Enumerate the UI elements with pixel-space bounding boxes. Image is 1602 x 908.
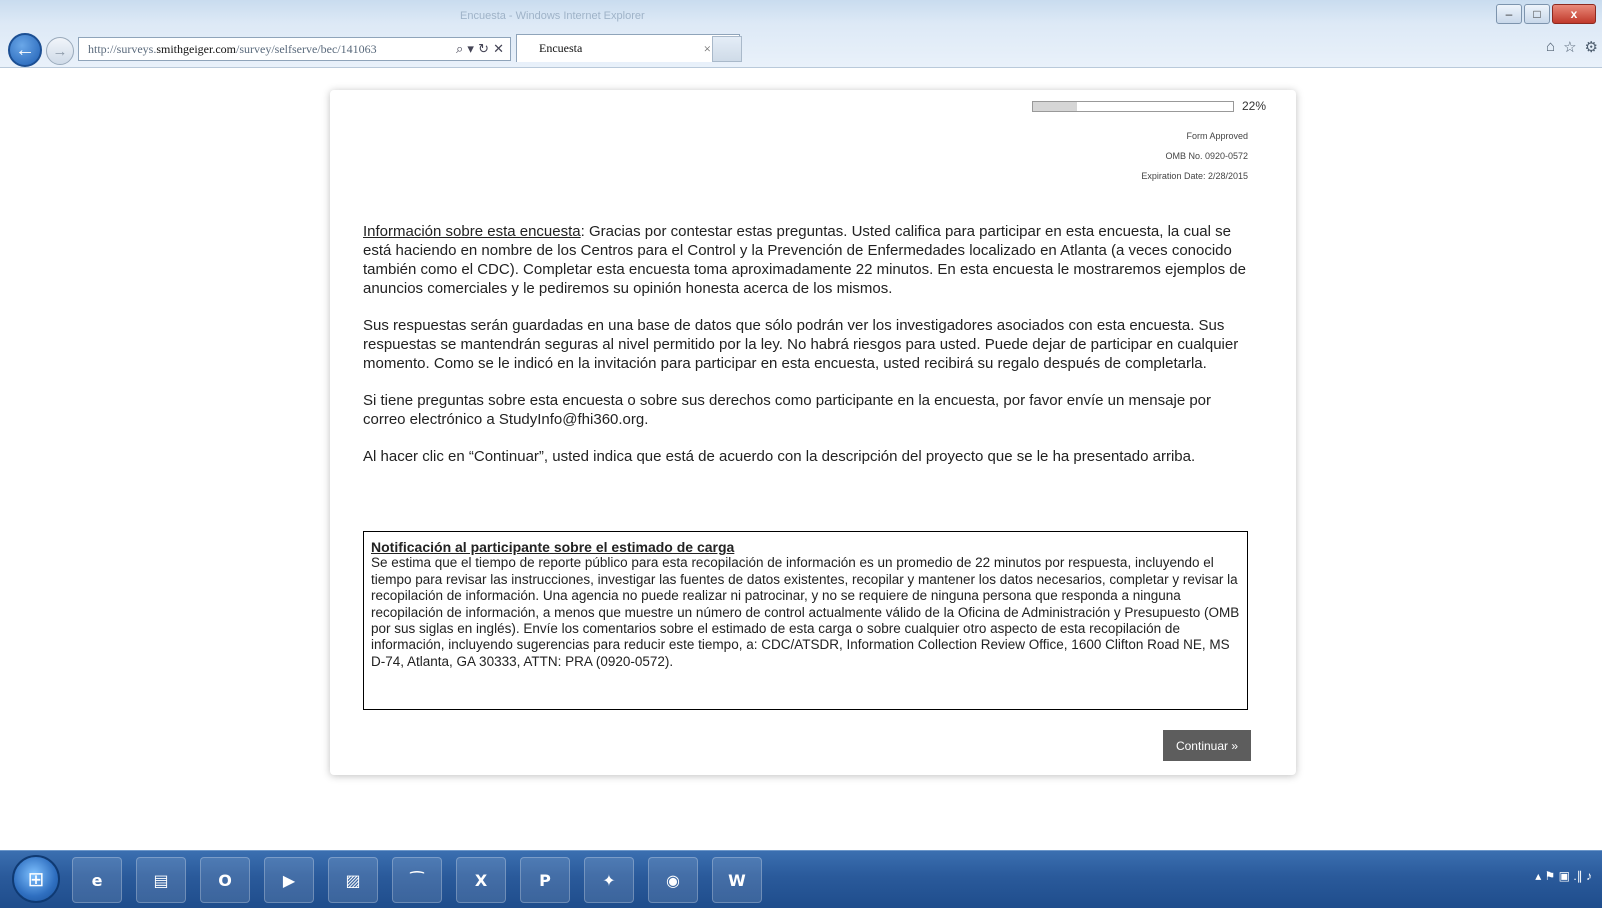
start-button[interactable]: ⊞ [12,855,60,903]
internet-explorer-taskbar-icon[interactable]: e [72,857,122,903]
tab-encuesta[interactable]: Encuesta × [516,34,740,62]
system-tray-icons[interactable]: ▴ ⚑ ▣ .∥ ♪ [1535,869,1592,883]
progress-fill [1033,102,1077,111]
survey-intro: Información sobre esta encuesta: Gracias… [363,222,1248,484]
excel-taskbar-icon[interactable]: X [456,857,506,903]
tab-close-icon[interactable]: × [704,41,711,57]
form-metadata: Form Approved OMB No. 0920-0572 Expirati… [1141,126,1248,186]
continue-button[interactable]: Continuar » [1163,730,1251,761]
page-area: 22% Form Approved OMB No. 0920-0572 Expi… [0,68,1602,850]
privacy-paragraph: Sus respuestas serán guardadas en una ba… [363,317,1239,372]
favorites-icon[interactable]: ☆ [1563,38,1576,56]
word-taskbar-icon[interactable]: W [712,857,762,903]
media-player-taskbar-icon[interactable]: ▶ [264,857,314,903]
window-title: Encuesta - Windows Internet Explorer [460,10,645,22]
settings-gear-icon[interactable]: ⚙ [1585,38,1598,56]
close-window-button[interactable]: x [1552,4,1596,24]
tab-label: Encuesta [539,41,583,55]
back-button[interactable]: ← [8,33,42,67]
notice-text: Se estima que el tiempo de reporte públi… [371,555,1240,669]
intro-paragraph: Información sobre esta encuesta: Gracias… [363,222,1248,298]
browser-chrome: Encuesta - Windows Internet Explorer – □… [0,0,1602,68]
notice-title: Notificación al participante sobre el es… [371,539,735,555]
window-controls: – □ x [1496,4,1596,24]
browser-toolbar-icons: ⌂ ☆ ⚙ [1546,38,1598,56]
file-explorer-taskbar-icon[interactable]: ▤ [136,857,186,903]
minimize-button[interactable]: – [1496,4,1522,24]
new-tab-button[interactable] [712,36,742,62]
url-domain: smithgeiger.com [156,41,236,56]
url-prefix: http://surveys. [88,41,157,56]
intro-heading: Información sobre esta encuesta [363,223,581,240]
url-path: /survey/selfserve/bec/141063 [236,41,377,56]
taskbar-apps: e ▤ O ▶ ▨ ⁀ X P ✦ ◉ W [72,857,762,903]
folder-taskbar-icon[interactable]: ▨ [328,857,378,903]
consent-paragraph: Al hacer clic en “Continuar”, usted indi… [363,448,1196,465]
progress-label: 22% [1241,99,1266,113]
expiration-date-text: Expiration Date: 2/28/2015 [1141,171,1248,181]
omb-number-text: OMB No. 0920-0572 [1165,151,1248,161]
maximize-button[interactable]: □ [1524,4,1550,24]
address-bar[interactable]: http://surveys. smithgeiger.com/survey/se… [78,37,511,61]
forward-button[interactable]: → [46,37,74,65]
app-icon-taskbar-icon[interactable]: ✦ [584,857,634,903]
survey-card: 22% Form Approved OMB No. 0920-0572 Expi… [330,90,1296,775]
progress-bar [1032,101,1234,112]
form-approved-text: Form Approved [1186,131,1248,141]
contact-paragraph: Si tiene preguntas sobre esta encuesta o… [363,392,1212,428]
burden-notice-box: Notificación al participante sobre el es… [363,531,1248,710]
outlook-taskbar-icon[interactable]: O [200,857,250,903]
acrobat-taskbar-icon[interactable]: ⁀ [392,857,442,903]
chrome-taskbar-icon[interactable]: ◉ [648,857,698,903]
home-icon[interactable]: ⌂ [1546,38,1555,56]
address-tools-icons[interactable]: ⌕ ▾ ↻ ✕ [456,42,510,57]
windows-taskbar: ⊞ e ▤ O ▶ ▨ ⁀ X P ✦ ◉ W ▴ ⚑ ▣ .∥ ♪ [0,850,1602,908]
powerpoint-taskbar-icon[interactable]: P [520,857,570,903]
